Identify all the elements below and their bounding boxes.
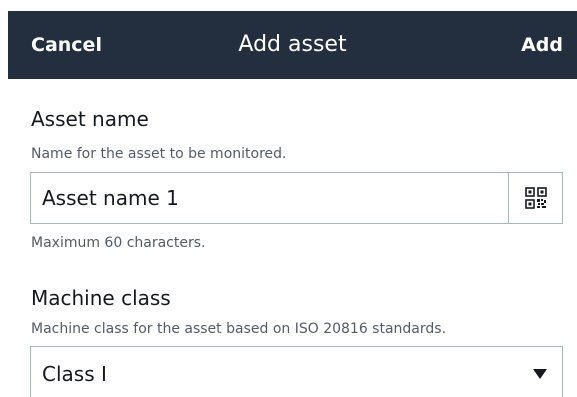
machine-class-label: Machine class xyxy=(31,286,171,310)
caret-down-icon xyxy=(533,369,547,379)
add-asset-screen: Cancel Add asset Add Asset name Name for… xyxy=(0,0,577,397)
asset-name-description: Name for the asset to be monitored. xyxy=(31,146,287,162)
machine-class-description: Machine class for the asset based on ISO… xyxy=(31,321,447,337)
qr-code-icon xyxy=(524,187,547,209)
machine-class-select[interactable]: Class I xyxy=(30,346,563,397)
page-title: Add asset xyxy=(238,32,347,57)
asset-name-field xyxy=(30,172,563,224)
machine-class-selected-value: Class I xyxy=(42,362,107,386)
header-bar: Cancel Add asset Add xyxy=(8,11,577,79)
add-button[interactable]: Add xyxy=(521,11,563,79)
asset-name-constraint: Maximum 60 characters. xyxy=(31,235,206,251)
asset-name-input[interactable] xyxy=(42,173,502,223)
scan-qr-button[interactable] xyxy=(508,173,562,223)
asset-name-label: Asset name xyxy=(31,107,149,131)
